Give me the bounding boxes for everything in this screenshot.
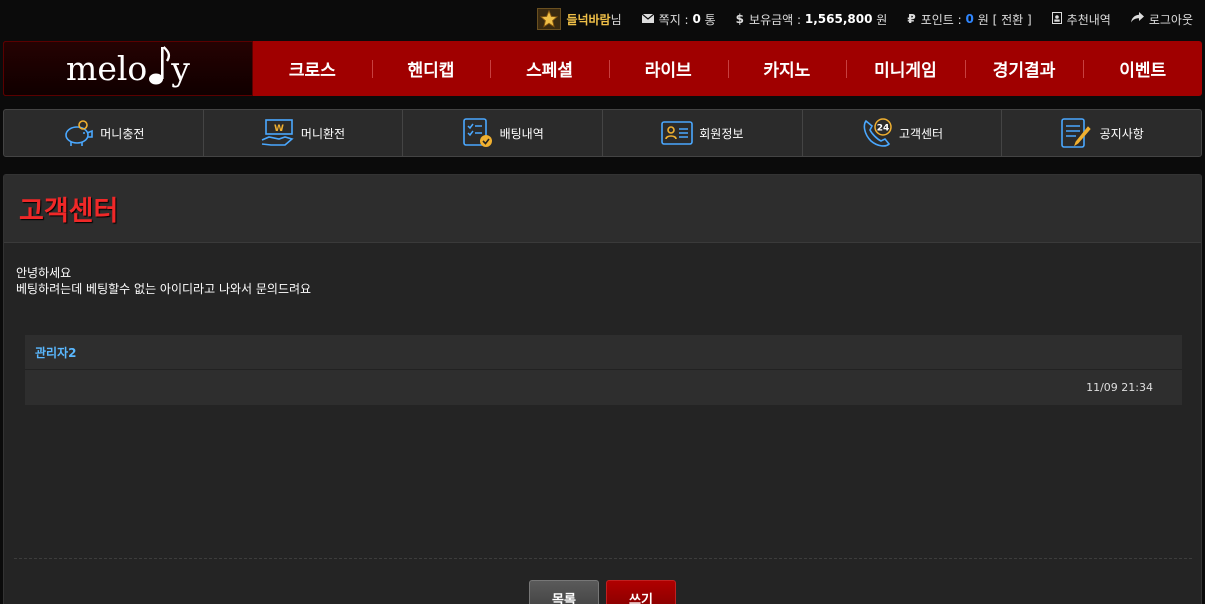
balance-value: 1,565,800 [804, 12, 873, 26]
sub-nav-notice[interactable]: 공지사항 [1001, 110, 1201, 156]
logout-label: 로그아웃 [1148, 12, 1193, 27]
point-icon: ₽ [907, 12, 916, 26]
sub-nav-label: 고객센터 [898, 126, 944, 141]
sub-nav-label: 회원정보 [699, 126, 744, 141]
notice-pen-icon [1060, 118, 1091, 148]
svg-text:W: W [274, 124, 284, 134]
dollar-icon: $ [735, 12, 745, 26]
envelope-icon [641, 13, 655, 26]
rank-star-icon [537, 8, 562, 30]
share-arrow-icon [1130, 12, 1144, 26]
convert-points-button[interactable]: [ 전환 ] [993, 11, 1032, 28]
checklist-icon [462, 118, 492, 147]
top-bar: 들넉바람 님 쪽지 : 0 통 $ 보유금액 : 1,565,800 원 ₽ 포인… [0, 0, 1205, 38]
logo-text-start: melo [66, 49, 148, 88]
sub-nav: 머니충전 W 머니환전 배팅내역 회원정보 24 고객센터 공지사항 [3, 109, 1202, 157]
money-hand-icon: W [261, 119, 294, 146]
messages-count: 0 [692, 12, 701, 26]
nav-handicap[interactable]: 핸디캡 [371, 56, 491, 81]
logo-text-end: y [171, 49, 190, 88]
balance-label: 보유금액 : [749, 12, 802, 27]
sub-nav-label: 공지사항 [1099, 126, 1144, 141]
messages-unit: 통 [704, 12, 716, 27]
support-24-icon: 24 [863, 118, 892, 147]
nav-event[interactable]: 이벤트 [1083, 56, 1202, 81]
main-nav-items: 크로스 핸디캡 스페셜 라이브 카지노 미니게임 경기결과 이벤트 [253, 41, 1202, 96]
referral-link[interactable]: 추천내역 [1051, 11, 1111, 28]
post-line-2: 베팅하려는데 베팅할수 없는 아이디라고 나와서 문의드려요 [16, 282, 312, 296]
sub-nav-label: 배팅내역 [499, 126, 544, 141]
reply-footer: 11/09 21:34 [25, 370, 1182, 405]
nav-special[interactable]: 스페셜 [490, 56, 609, 81]
nav-casino[interactable]: 카지노 [727, 56, 847, 81]
referral-label: 추천내역 [1066, 12, 1111, 27]
post-body: 안녕하세요 베팅하려는데 베팅할수 없는 아이디라고 나와서 문의드려요 [4, 243, 1201, 297]
sub-nav-deposit[interactable]: 머니충전 [4, 110, 203, 156]
sub-nav-member-info[interactable]: 회원정보 [602, 110, 802, 156]
nav-live[interactable]: 라이브 [608, 56, 728, 81]
sub-nav-betting-history[interactable]: 배팅내역 [402, 110, 602, 156]
points-value: 0 [965, 12, 974, 26]
sub-nav-withdraw[interactable]: W 머니환전 [202, 110, 403, 156]
nav-results[interactable]: 경기결과 [964, 56, 1084, 81]
username: 들넉바람 [566, 12, 611, 27]
messages-label: 쪽지 : [658, 12, 689, 27]
main-nav: melo y 크로스 핸디캡 스페셜 라이브 카지노 미니게임 경기결과 이벤트 [3, 41, 1202, 96]
balance-info: $ 보유금액 : 1,565,800 원 [736, 11, 888, 28]
post-line-1: 안녕하세요 [16, 266, 72, 280]
reply-author: 관리자2 [25, 335, 1182, 370]
music-note-icon [149, 46, 171, 85]
piggy-bank-icon [65, 120, 94, 146]
nav-minigame[interactable]: 미니게임 [846, 56, 965, 81]
points-label: 포인트 : [920, 12, 962, 27]
svg-text:24: 24 [877, 124, 890, 134]
admin-reply: 관리자2 11/09 21:34 [25, 335, 1182, 405]
page-title: 고객센터 [19, 196, 119, 227]
nav-cross[interactable]: 크로스 [253, 56, 372, 81]
points-info: ₽ 포인트 : 0 원 [ 전환 ] [907, 11, 1031, 28]
sub-nav-label: 머니충전 [100, 126, 145, 141]
user-info: 들넉바람 님 [537, 8, 622, 30]
panel-header: 고객센터 [4, 175, 1201, 243]
content-panel: 고객센터 안녕하세요 베팅하려는데 베팅할수 없는 아이디라고 나와서 문의드려… [3, 174, 1202, 604]
username-suffix: 님 [610, 12, 622, 27]
sub-nav-label: 머니환전 [300, 126, 346, 141]
write-button[interactable]: 쓰기 [606, 580, 676, 604]
points-unit: 원 [977, 12, 989, 27]
user-card-icon [1051, 11, 1062, 27]
messages-link[interactable]: 쪽지 : 0 통 [641, 11, 716, 28]
logo-text: melo y [66, 46, 190, 88]
reply-timestamp: 11/09 21:34 [1086, 381, 1153, 394]
logout-link[interactable]: 로그아웃 [1130, 11, 1193, 28]
id-card-icon [661, 121, 694, 145]
sub-nav-support[interactable]: 24 고객센터 [801, 110, 1002, 156]
logo[interactable]: melo y [3, 41, 253, 96]
list-button[interactable]: 목록 [529, 580, 599, 604]
divider [14, 558, 1192, 559]
balance-unit: 원 [876, 12, 888, 27]
